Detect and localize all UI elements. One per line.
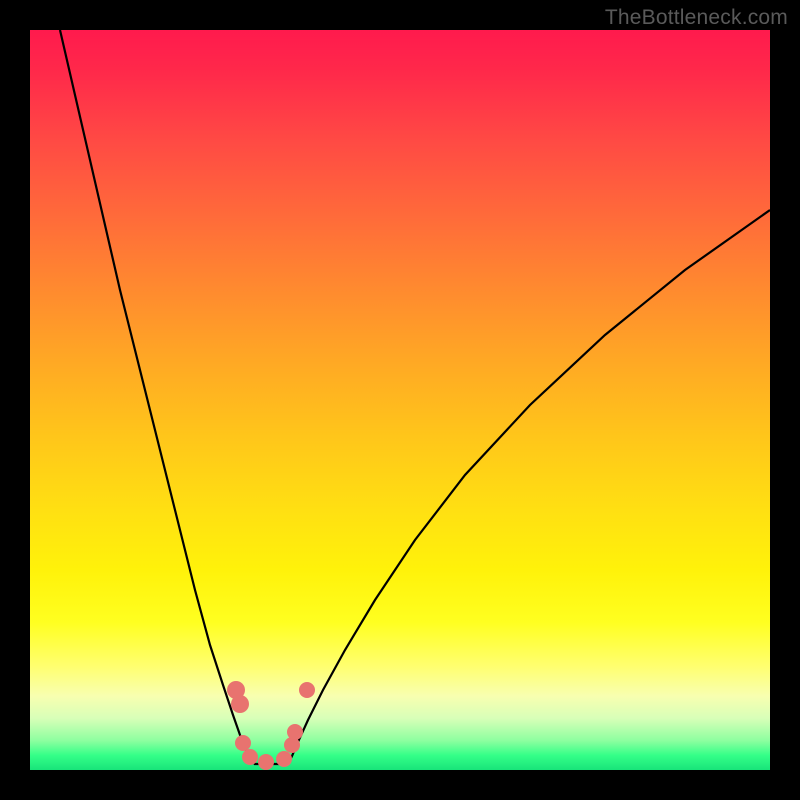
marker-dot <box>235 735 251 751</box>
marker-dot <box>287 724 303 740</box>
marker-dot <box>242 749 258 765</box>
markers <box>227 681 315 770</box>
curve-layer <box>30 30 770 770</box>
chart-area <box>30 30 770 770</box>
marker-dot <box>299 682 315 698</box>
right-curve <box>288 210 770 764</box>
marker-dot <box>276 751 292 767</box>
marker-dot <box>231 695 249 713</box>
watermark-text: TheBottleneck.com <box>605 6 788 30</box>
marker-dot <box>258 754 274 770</box>
left-curve <box>60 30 254 764</box>
